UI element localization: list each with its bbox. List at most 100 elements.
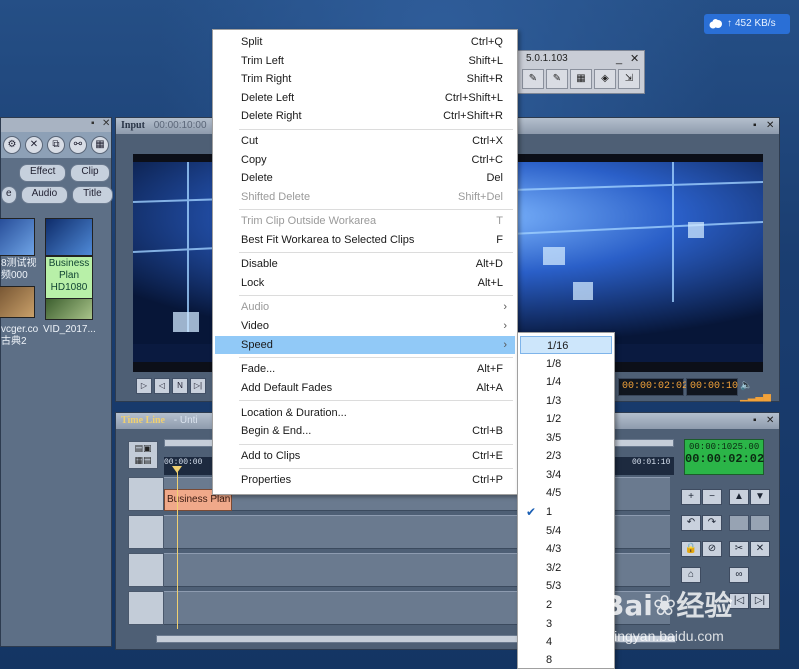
watermark-brand: Bai <box>603 589 653 622</box>
tab-title[interactable]: Title <box>72 186 113 204</box>
play-icon[interactable]: ▷ <box>136 378 152 394</box>
zoom-out-icon[interactable]: − <box>702 489 722 505</box>
menu-item-best-fit-workarea[interactable]: Best Fit Workarea to Selected Clips F <box>215 231 515 249</box>
menu-item-trim-right[interactable]: Trim Right Shift+R <box>215 70 515 88</box>
maximize-icon[interactable]: ▪ <box>753 118 757 134</box>
speed-option[interactable]: 1/3 <box>520 392 612 410</box>
speed-option[interactable]: 2 <box>520 596 612 614</box>
watermark-url: jingyan.baidu.com <box>611 628 724 644</box>
timeline-tools-icon[interactable]: ▤▣ ▦▤ <box>128 441 158 469</box>
title-track-head-icon[interactable] <box>128 515 164 549</box>
menu-item-delete-right[interactable]: Delete Right Ctrl+Shift+R <box>215 107 515 125</box>
menu-item-video[interactable]: Video › <box>215 317 515 335</box>
next-edit-icon[interactable]: ▷| <box>750 593 770 609</box>
network-speed-badge[interactable]: ↑ 452 KB/s <box>704 14 790 34</box>
menu-item-add-to-clips[interactable]: Add to Clips Ctrl+E <box>215 447 515 465</box>
speed-option[interactable]: 4 <box>520 633 612 651</box>
speed-option[interactable]: 1/4 <box>520 373 612 391</box>
menu-item-cut[interactable]: Cut Ctrl+X <box>215 132 515 150</box>
speed-option[interactable]: 2/3 <box>520 447 612 465</box>
close-icon[interactable]: ✕ <box>766 118 774 134</box>
speed-option[interactable]: 3/5 <box>520 429 612 447</box>
audio-track-head-icon[interactable] <box>128 553 164 587</box>
lock-icon[interactable]: 🔒 <box>681 541 701 557</box>
link-icon[interactable]: ⚯ <box>69 136 87 154</box>
speed-option[interactable]: 1/16 <box>520 336 612 354</box>
menu-item-delete-left[interactable]: Delete Left Ctrl+Shift+L <box>215 89 515 107</box>
media-thumbnail[interactable] <box>0 218 35 256</box>
menu-item-shifted-delete: Shifted Delete Shift+Del <box>241 191 503 203</box>
speed-option-checked[interactable]: ✔ 1 <box>520 503 612 521</box>
menu-item-trim-clip-outside-workarea: Trim Clip Outside Workarea T <box>241 215 503 227</box>
menu-item-copy[interactable]: Copy Ctrl+C <box>215 151 515 169</box>
settings-icon[interactable]: ⚙ <box>3 136 21 154</box>
maximize-icon[interactable]: ▪ <box>91 118 95 129</box>
down-icon[interactable]: ▼ <box>750 489 770 505</box>
tab-partial[interactable]: e <box>1 186 17 204</box>
speed-option[interactable]: 5/3 <box>520 577 612 595</box>
speed-option[interactable]: 3/4 <box>520 466 612 484</box>
menu-item-split[interactable]: Split Ctrl+Q <box>215 33 515 51</box>
menu-item-add-default-fades[interactable]: Add Default Fades Alt+A <box>215 379 515 397</box>
speed-option[interactable]: 3 <box>520 615 612 633</box>
export-tool-icon[interactable]: ⇲ <box>618 69 640 89</box>
menu-item-delete[interactable]: Delete Del <box>215 169 515 187</box>
checkmark-icon: ✔ <box>526 505 537 519</box>
grid-icon[interactable]: ▦ <box>91 136 109 154</box>
up-icon[interactable]: ▲ <box>729 489 749 505</box>
menu-item-properties[interactable]: Properties Ctrl+P <box>215 471 515 489</box>
speed-option[interactable]: 4/5 <box>520 484 612 502</box>
media-thumbnail[interactable] <box>45 298 93 320</box>
cut-icon[interactable]: ✂ <box>729 541 749 557</box>
menu-separator <box>239 295 513 296</box>
disabled-tool-icon <box>729 515 749 531</box>
redo-icon[interactable]: ↷ <box>702 515 722 531</box>
undo-icon[interactable]: ↶ <box>681 515 701 531</box>
copy-icon[interactable]: ⧉ <box>47 136 65 154</box>
zoom-in-icon[interactable]: + <box>681 489 701 505</box>
menu-item-location-duration[interactable]: Location & Duration... <box>215 404 515 422</box>
speed-option[interactable]: 1/2 <box>520 410 612 428</box>
music-track-head-icon[interactable] <box>128 591 164 625</box>
delete-icon[interactable]: ✕ <box>750 541 770 557</box>
edit-tool-2-icon[interactable]: ✎ <box>546 69 568 89</box>
normal-speed-icon[interactable]: N <box>172 378 188 394</box>
menu-item-trim-left[interactable]: Trim Left Shift+L <box>215 52 515 70</box>
speed-option[interactable]: 1/8 <box>520 355 612 373</box>
delete-icon[interactable]: ✕ <box>25 136 43 154</box>
menu-item-speed[interactable]: Speed › <box>215 336 515 354</box>
menu-item-disable[interactable]: Disable Alt+D <box>215 255 515 273</box>
maximize-icon[interactable]: ▪ <box>753 413 757 429</box>
input-panel-title: Input <box>121 120 145 131</box>
timeline-tc-length: 00:00:10 <box>689 442 733 452</box>
media-thumbnail[interactable] <box>45 218 93 256</box>
next-frame-icon[interactable]: ▷| <box>190 378 206 394</box>
media-label: VID_2017... <box>43 324 96 335</box>
close-icon[interactable]: ✕ <box>102 118 110 129</box>
speed-option[interactable]: 3/2 <box>520 559 612 577</box>
step-back-icon[interactable]: ◁ <box>154 378 170 394</box>
close-icon[interactable]: ✕ <box>766 413 774 429</box>
menu-item-begin-end[interactable]: Begin & End... Ctrl+B <box>215 422 515 440</box>
volume-icon[interactable]: 🔈▁▂▃▅ <box>740 380 771 402</box>
tab-audio[interactable]: Audio <box>20 186 69 204</box>
menu-item-lock[interactable]: Lock Alt+L <box>215 274 515 292</box>
marker-icon[interactable]: ⌂ <box>681 567 701 583</box>
tab-clip[interactable]: Clip <box>70 164 110 182</box>
video-track-head-icon[interactable] <box>128 477 164 511</box>
link-icon[interactable]: ∞ <box>729 567 749 583</box>
ruler-end-label: 00:01:10 <box>632 458 671 467</box>
close-icon[interactable]: ✕ <box>630 51 639 67</box>
tab-effect[interactable]: Effect <box>19 164 67 182</box>
edit-tool-icon[interactable]: ✎ <box>522 69 544 89</box>
speed-option[interactable]: 8 <box>520 651 612 669</box>
menu-item-fade[interactable]: Fade... Alt+F <box>215 360 515 378</box>
speed-submenu: 1/16 1/8 1/4 1/3 1/2 3/5 2/3 3/4 4/5 ✔ 1 … <box>517 332 615 669</box>
minimize-icon[interactable]: _ <box>616 51 622 67</box>
speed-option[interactable]: 5/4 <box>520 522 612 540</box>
tag-tool-icon[interactable]: ◈ <box>594 69 616 89</box>
media-thumbnail[interactable] <box>0 286 35 318</box>
speed-option[interactable]: 4/3 <box>520 540 612 558</box>
disable-icon[interactable]: ⊘ <box>702 541 722 557</box>
grid-tool-icon[interactable]: ▦ <box>570 69 592 89</box>
